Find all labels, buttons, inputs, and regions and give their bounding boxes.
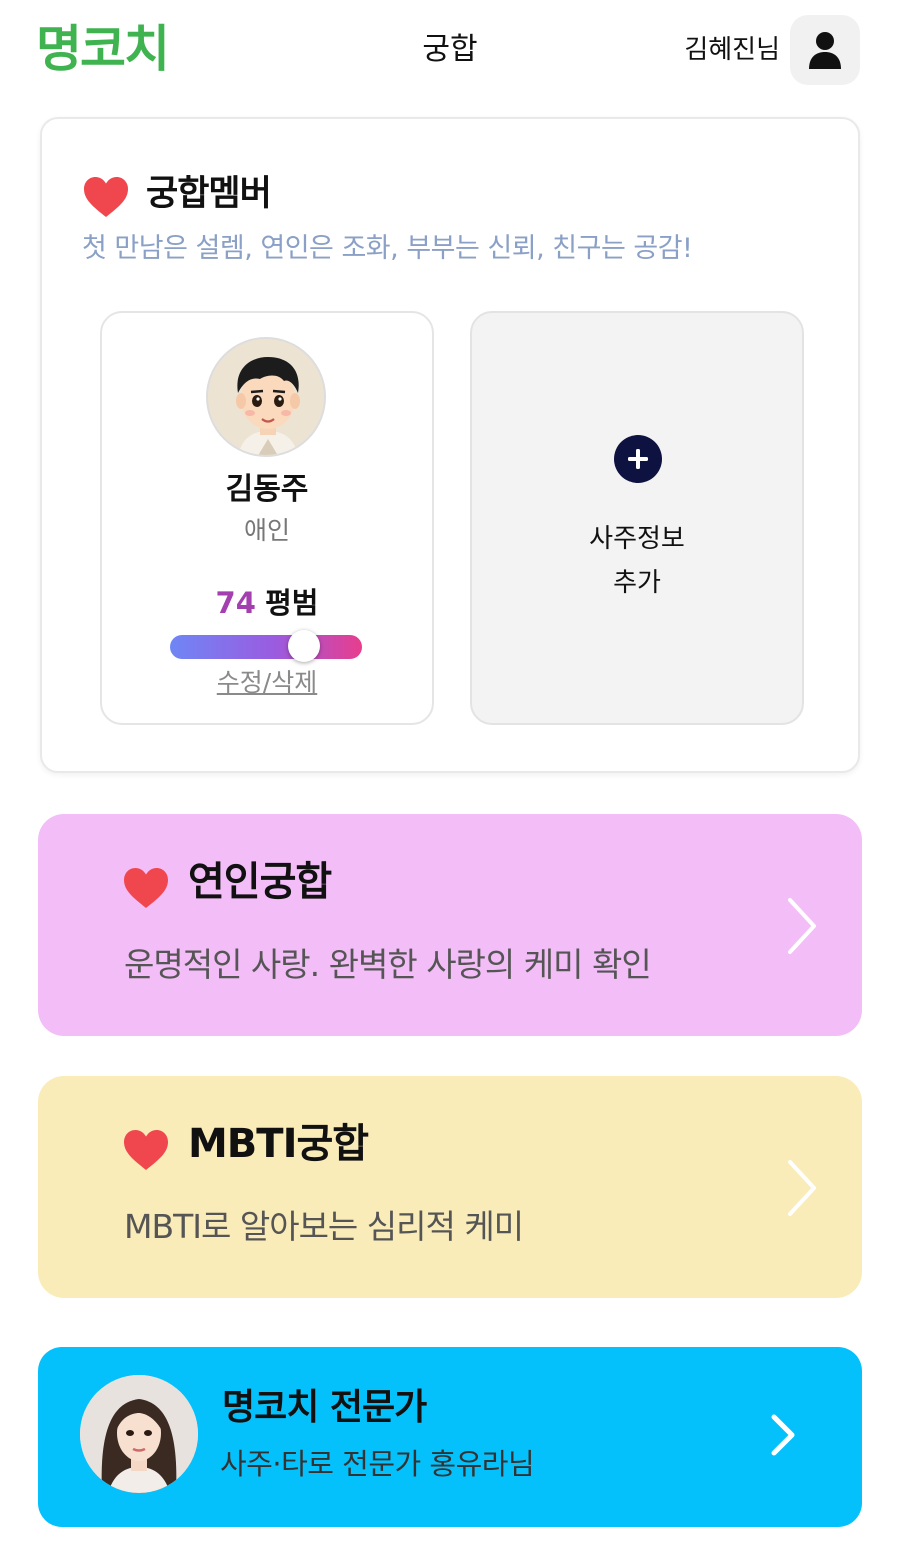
mbti-compat-card[interactable]: MBTI궁합 MBTI로 알아보는 심리적 케미 [38,1076,862,1298]
section-title: 궁합멤버 [146,174,272,214]
mbti-compat-subtitle: MBTI로 알아보는 심리적 케미 [124,1207,524,1246]
member-section: 궁합멤버 첫 만남은 설렘, 연인은 조화, 부부는 신뢰, 친구는 공감! 김… [40,117,860,773]
member-relation: 애인 [243,516,290,545]
member-avatar [206,337,326,457]
member-card[interactable]: 김동주 애인 74 평범 수정/삭제 [100,311,434,725]
add-label-line1: 사주정보 [589,524,685,554]
mbti-compat-title: MBTI궁합 [188,1121,369,1167]
add-label-line2: 추가 [613,568,661,598]
compat-score: 74 평범 [102,583,432,623]
section-subtitle: 첫 만남은 설렘, 연인은 조화, 부부는 신뢰, 친구는 공감! [82,233,693,264]
member-name: 김동주 [225,472,309,507]
chevron-right-icon [788,1160,816,1216]
love-compat-card[interactable]: 연인궁합 운명적인 사랑. 완벽한 사랑의 케미 확인 [38,814,862,1036]
expert-avatar [80,1375,198,1493]
love-compat-subtitle: 운명적인 사랑. 완벽한 사랑의 케미 확인 [124,945,652,984]
heart-icon [124,1130,168,1170]
profile-button[interactable] [790,15,860,85]
app-header: 명코치 궁합 김혜진님 [0,0,900,100]
chevron-right-icon [771,1414,795,1456]
heart-icon [84,177,128,217]
score-label: 평범 [265,586,319,620]
person-icon [809,32,841,69]
add-member-label: 사주정보 추가 [472,517,802,605]
expert-title: 명코치 전문가 [222,1387,427,1428]
expert-banner[interactable]: 명코치 전문가 사주·타로 전문가 홍유라님 [38,1347,862,1527]
expert-subtitle: 사주·타로 전문가 홍유라님 [220,1447,535,1481]
add-member-button[interactable]: 사주정보 추가 [470,311,804,725]
edit-delete-link[interactable]: 수정/삭제 [102,665,432,701]
score-bar-thumb [288,630,320,662]
chevron-right-icon [788,898,816,954]
heart-icon [124,868,168,908]
user-name: 김혜진님 [684,35,780,65]
plus-circle-icon [614,435,662,483]
love-compat-title: 연인궁합 [188,859,332,905]
score-bar [170,630,362,662]
score-value: 74 [215,586,256,620]
